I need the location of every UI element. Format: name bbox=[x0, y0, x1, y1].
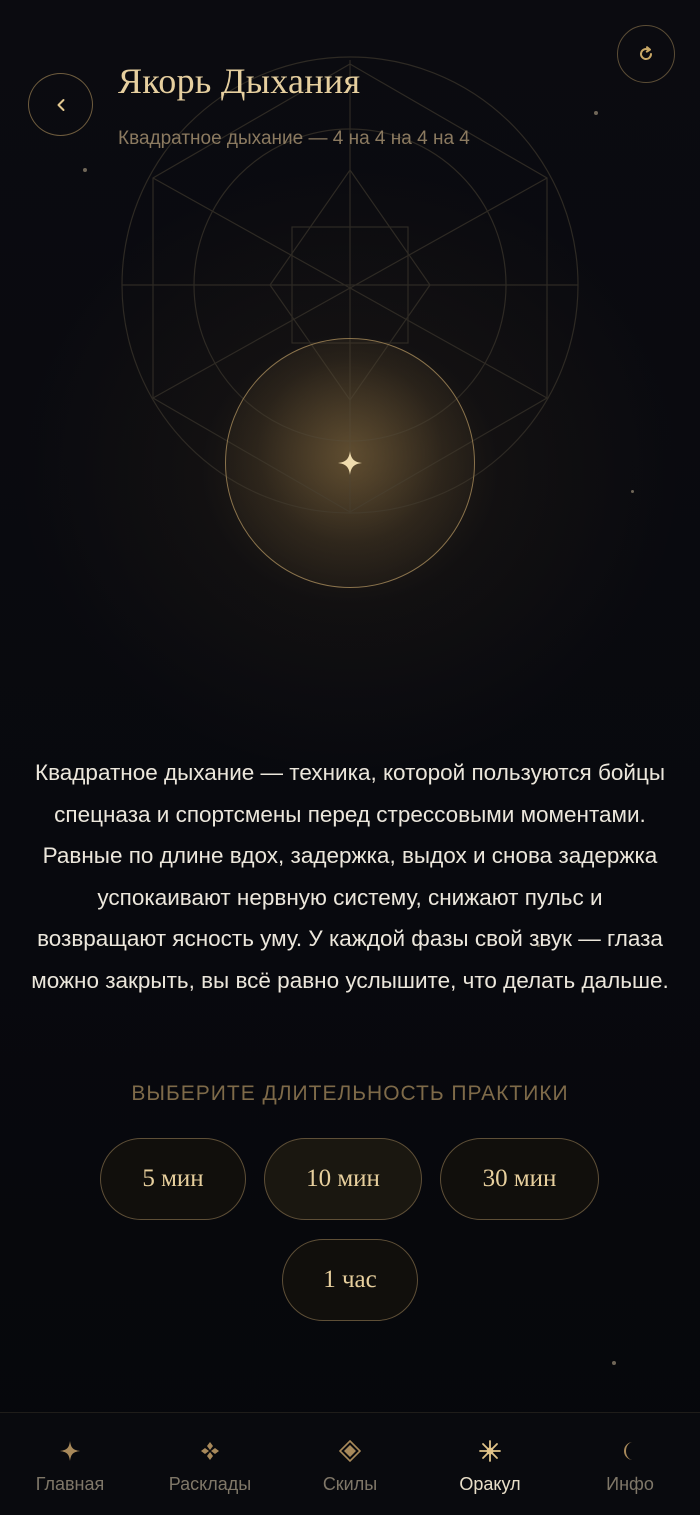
nav-item-skills[interactable]: Скилы bbox=[280, 1413, 420, 1515]
duration-10-min-button[interactable]: 10 мин bbox=[264, 1138, 422, 1220]
moon-icon bbox=[624, 1442, 633, 1460]
clover-icon bbox=[201, 1442, 219, 1460]
page-subtitle: Квадратное дыхание — 4 на 4 на 4 на 4 bbox=[118, 128, 470, 149]
nav-item-spreads[interactable]: Расклады bbox=[140, 1413, 280, 1515]
refresh-icon bbox=[640, 46, 653, 60]
diamond-icon bbox=[339, 1440, 361, 1462]
duration-label: ВЫБЕРИТЕ ДЛИТЕЛЬНОСТЬ ПРАКТИКИ bbox=[131, 1082, 569, 1105]
duration-30-min-button[interactable]: 30 мин bbox=[440, 1138, 599, 1220]
nav-item-info[interactable]: Инфо bbox=[560, 1413, 700, 1515]
restart-button[interactable] bbox=[617, 25, 675, 83]
duration-label-text: 5 мин bbox=[142, 1165, 204, 1192]
duration-label-text: 30 мин bbox=[482, 1165, 557, 1192]
nav-label: Главная bbox=[35, 1474, 105, 1494]
nav-label: Скилы bbox=[322, 1474, 378, 1494]
bottom-nav: Главная Расклады Скилы Оракул Инфо bbox=[0, 1412, 700, 1515]
practice-description: Квадратное дыхание — техника, которой по… bbox=[31, 760, 669, 993]
nav-label: Инфо bbox=[606, 1474, 654, 1494]
sparkle-icon bbox=[338, 451, 362, 475]
duration-label-text: 1 час bbox=[323, 1266, 377, 1293]
star-dot bbox=[612, 1361, 616, 1365]
chevron-left-icon bbox=[57, 98, 64, 111]
duration-label-text: 10 мин bbox=[306, 1165, 380, 1192]
duration-5-min-button[interactable]: 5 мин bbox=[100, 1138, 246, 1220]
breathing-orb[interactable] bbox=[225, 338, 475, 588]
asterisk-icon bbox=[479, 1440, 501, 1462]
nav-item-oracle[interactable]: Оракул bbox=[420, 1413, 560, 1515]
duration-1-hour-button[interactable]: 1 час bbox=[282, 1239, 418, 1321]
back-button[interactable] bbox=[28, 73, 93, 136]
star-icon bbox=[60, 1441, 80, 1461]
page-title: Якорь Дыхания bbox=[118, 61, 361, 101]
nav-label: Оракул bbox=[459, 1474, 521, 1494]
nav-item-home[interactable]: Главная bbox=[0, 1413, 140, 1515]
nav-label: Расклады bbox=[168, 1474, 252, 1494]
